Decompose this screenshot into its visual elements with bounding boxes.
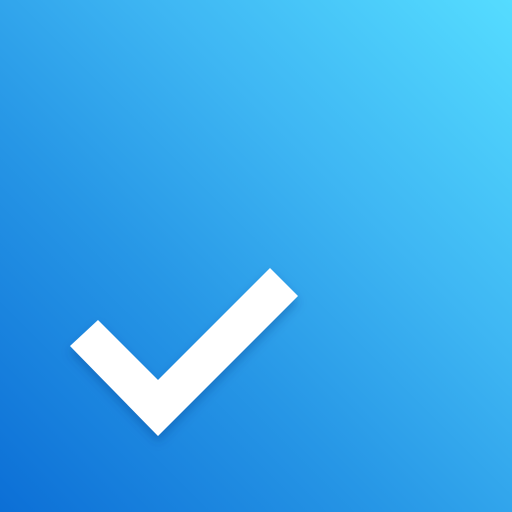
checkmark-shape xyxy=(70,268,298,436)
checkmark-icon xyxy=(70,268,298,436)
app-icon xyxy=(0,0,512,512)
